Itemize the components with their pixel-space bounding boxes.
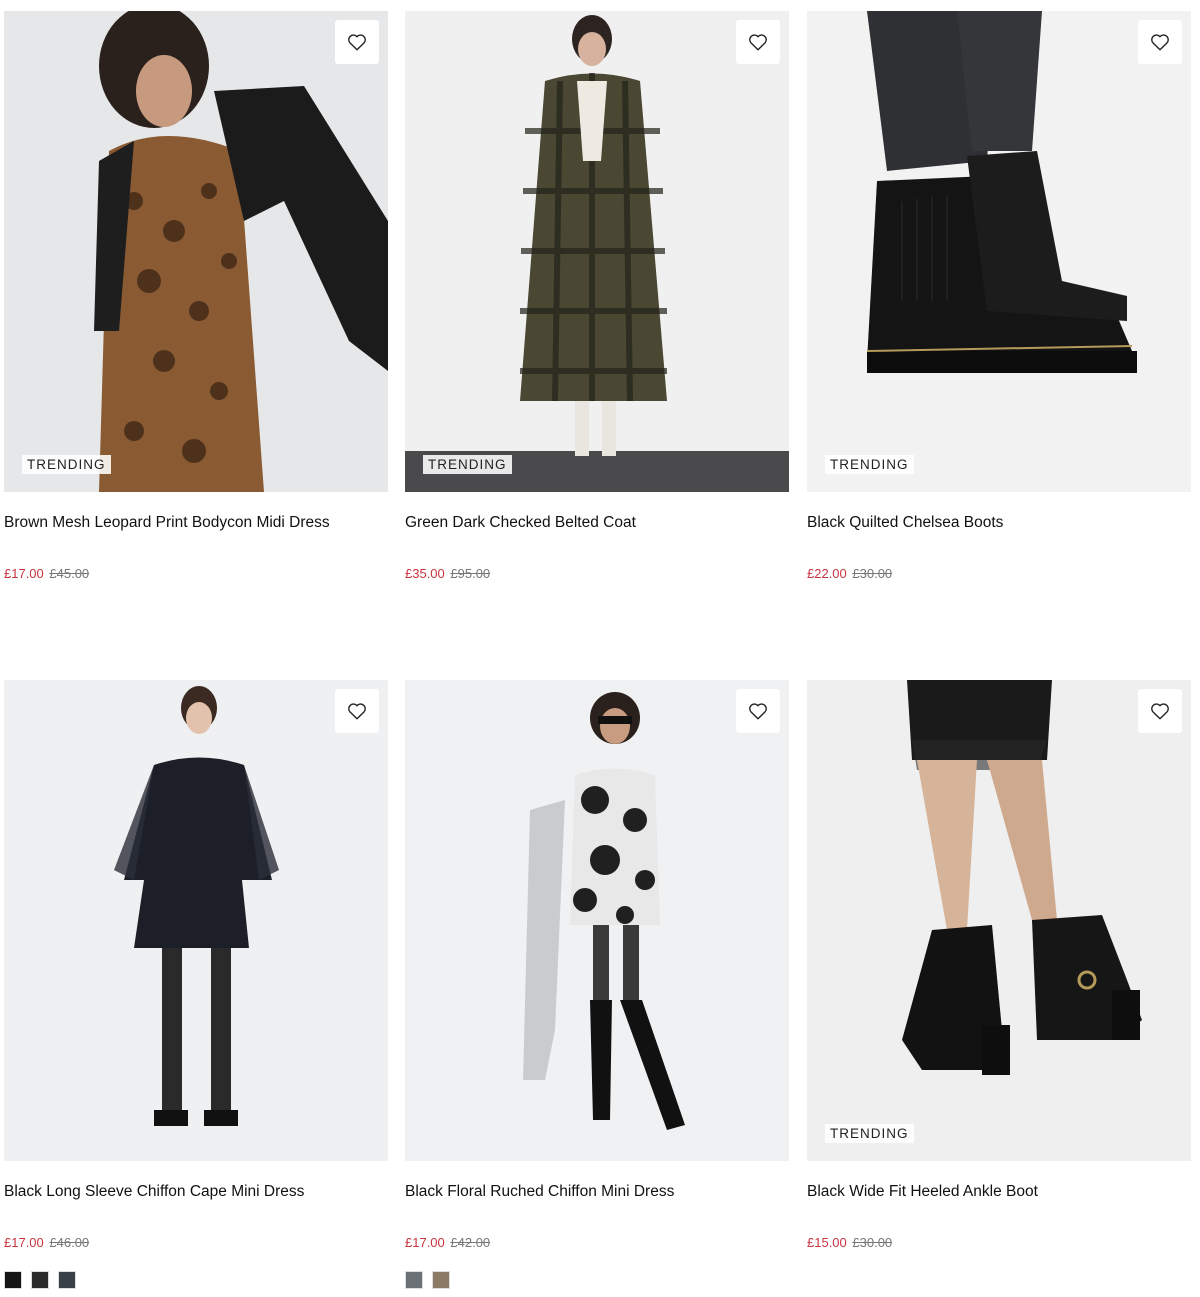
heart-outline-icon [749, 703, 767, 720]
product-photo [4, 11, 388, 492]
original-price: £95.00 [450, 566, 491, 581]
wishlist-button[interactable] [1138, 20, 1182, 64]
product-card[interactable]: Black Floral Ruched Chiffon Mini Dress £… [405, 680, 789, 1289]
sale-price: £22.00 [807, 566, 847, 581]
product-title[interactable]: Black Wide Fit Heeled Ankle Boot [807, 1182, 1191, 1202]
product-title[interactable]: Brown Mesh Leopard Print Bodycon Midi Dr… [4, 513, 388, 533]
product-title[interactable]: Black Long Sleeve Chiffon Cape Mini Dres… [4, 1182, 388, 1202]
product-card[interactable]: TRENDING Black Wide Fit Heeled Ankle Boo… [807, 680, 1191, 1251]
product-grid: TRENDING Brown Mesh Leopard Print Bodyco… [0, 0, 1200, 1297]
product-image[interactable]: TRENDING [4, 11, 388, 492]
product-prices: £17.00 £42.00 [405, 1235, 789, 1251]
product-prices: £15.00 £30.00 [807, 1235, 1191, 1251]
product-card[interactable]: TRENDING Black Quilted Chelsea Boots £22… [807, 11, 1191, 582]
wishlist-button[interactable] [1138, 689, 1182, 733]
product-prices: £35.00 £95.00 [405, 566, 789, 582]
colour-swatches [4, 1271, 388, 1289]
sale-price: £17.00 [4, 566, 44, 581]
product-prices: £17.00 £45.00 [4, 566, 388, 582]
product-title[interactable]: Green Dark Checked Belted Coat [405, 513, 789, 533]
wishlist-button[interactable] [736, 689, 780, 733]
colour-swatches [405, 1271, 789, 1289]
product-image[interactable]: TRENDING [807, 11, 1191, 492]
colour-swatch[interactable] [31, 1271, 49, 1289]
product-image[interactable]: TRENDING [405, 11, 789, 492]
product-photo [405, 11, 789, 492]
sale-price: £17.00 [405, 1235, 445, 1250]
original-price: £46.00 [49, 1235, 90, 1250]
product-card[interactable]: TRENDING Green Dark Checked Belted Coat … [405, 11, 789, 582]
heart-outline-icon [1151, 34, 1169, 51]
sale-price: £17.00 [4, 1235, 44, 1250]
wishlist-button[interactable] [736, 20, 780, 64]
sale-price: £15.00 [807, 1235, 847, 1250]
product-image[interactable] [4, 680, 388, 1161]
heart-outline-icon [749, 34, 767, 51]
sale-price: £35.00 [405, 566, 445, 581]
wishlist-button[interactable] [335, 689, 379, 733]
original-price: £30.00 [852, 1235, 893, 1250]
product-photo [807, 11, 1191, 492]
product-image[interactable] [405, 680, 789, 1161]
product-title[interactable]: Black Floral Ruched Chiffon Mini Dress [405, 1182, 789, 1202]
colour-swatch[interactable] [58, 1271, 76, 1289]
colour-swatch[interactable] [405, 1271, 423, 1289]
trending-badge: TRENDING [22, 455, 111, 474]
product-title[interactable]: Black Quilted Chelsea Boots [807, 513, 1191, 533]
product-photo [405, 680, 789, 1161]
trending-badge: TRENDING [825, 1124, 914, 1143]
original-price: £45.00 [49, 566, 90, 581]
product-photo [807, 680, 1191, 1161]
original-price: £42.00 [450, 1235, 491, 1250]
product-card[interactable]: Black Long Sleeve Chiffon Cape Mini Dres… [4, 680, 388, 1289]
trending-badge: TRENDING [423, 455, 512, 474]
product-card[interactable]: TRENDING Brown Mesh Leopard Print Bodyco… [4, 11, 388, 582]
product-prices: £17.00 £46.00 [4, 1235, 388, 1251]
wishlist-button[interactable] [335, 20, 379, 64]
product-image[interactable]: TRENDING [807, 680, 1191, 1161]
original-price: £30.00 [852, 566, 893, 581]
colour-swatch[interactable] [4, 1271, 22, 1289]
heart-outline-icon [348, 703, 366, 720]
product-prices: £22.00 £30.00 [807, 566, 1191, 582]
heart-outline-icon [348, 34, 366, 51]
trending-badge: TRENDING [825, 455, 914, 474]
heart-outline-icon [1151, 703, 1169, 720]
colour-swatch[interactable] [432, 1271, 450, 1289]
product-photo [4, 680, 388, 1161]
